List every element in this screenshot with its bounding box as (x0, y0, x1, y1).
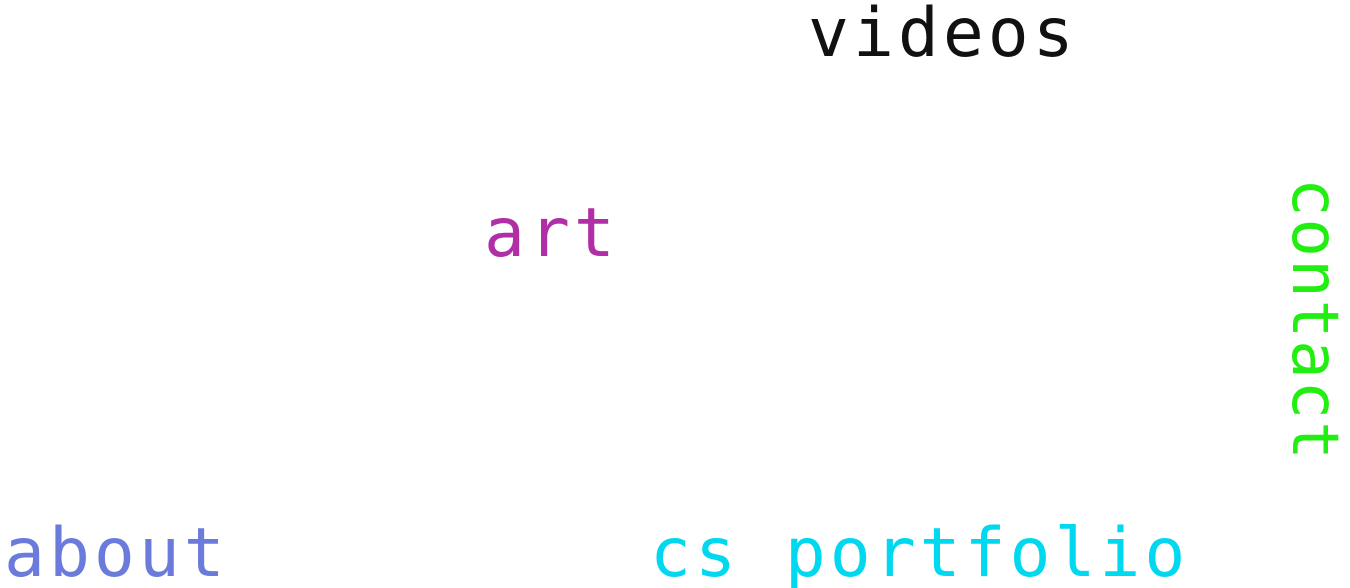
nav-link-contact[interactable]: contact (1277, 178, 1350, 462)
nav-link-videos[interactable]: videos (808, 0, 1078, 68)
nav-link-about[interactable]: about (4, 520, 229, 588)
nav-link-cs-portfolio[interactable]: cs portfolio (650, 520, 1189, 588)
landing-page: { "nav": { "videos": { "label": "videos"… (0, 0, 1350, 588)
nav-link-art[interactable]: art (484, 200, 619, 268)
